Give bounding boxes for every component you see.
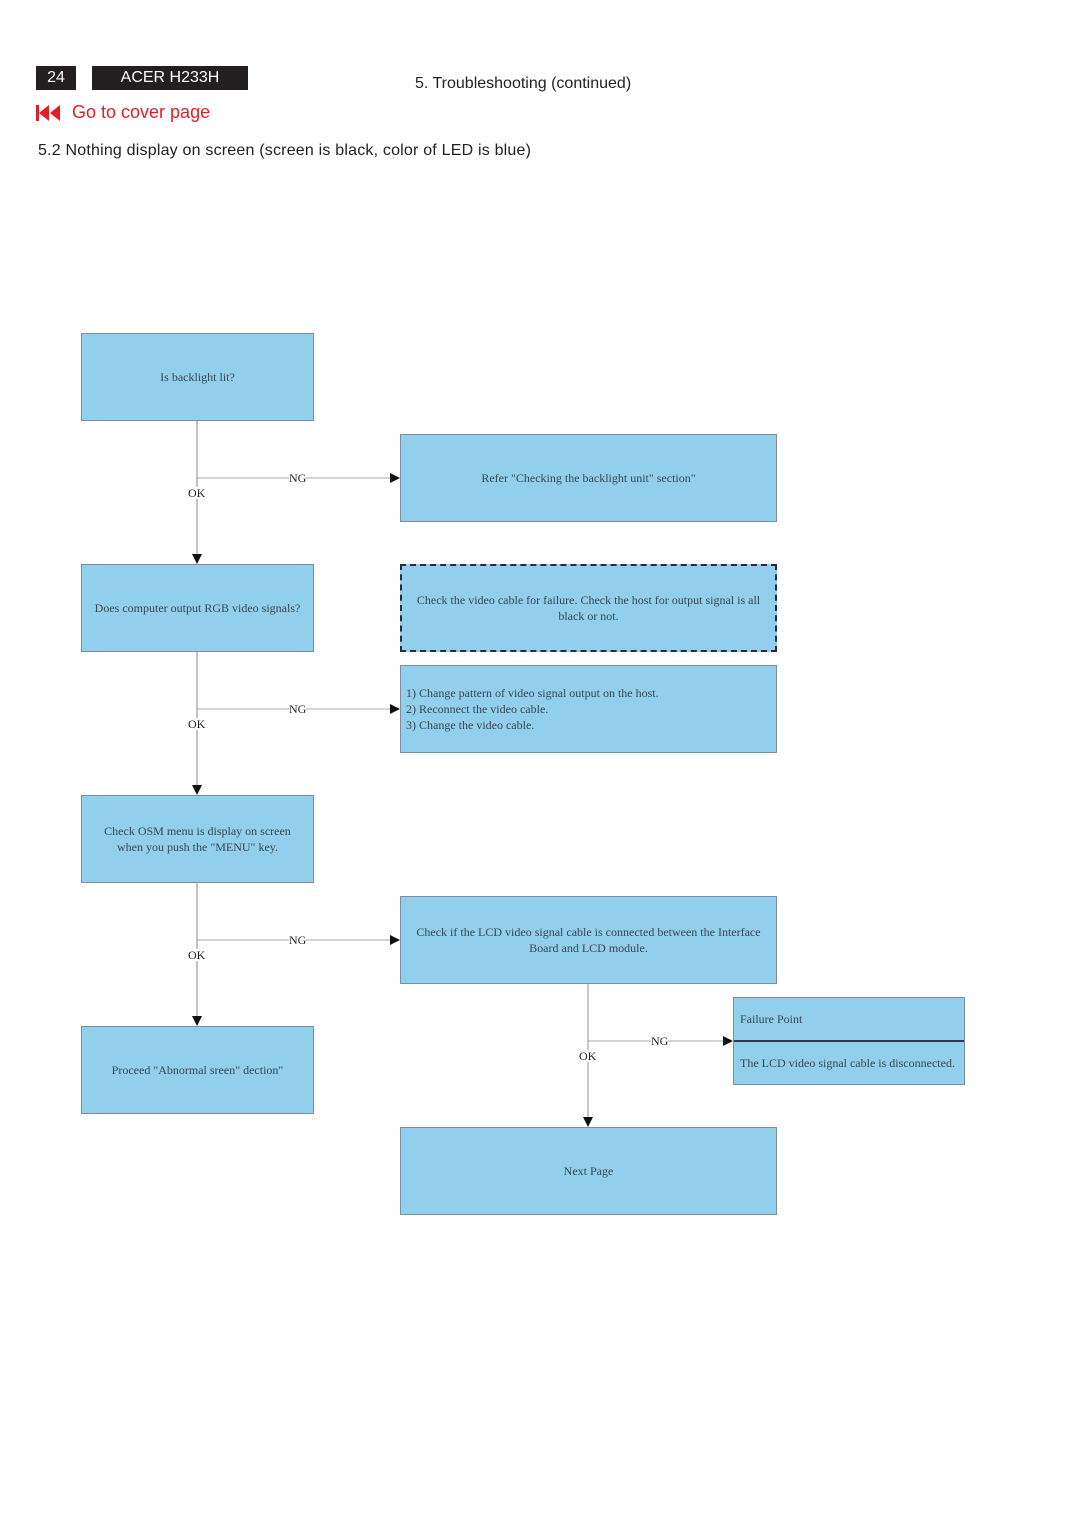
node-proceed-abnormal-screen: Proceed "Abnormal sreen" dection"	[81, 1026, 314, 1114]
node-text: Does computer output RGB video signals?	[94, 601, 301, 615]
failure-point-title: Failure Point	[734, 998, 964, 1042]
ng-label: NG	[651, 1034, 669, 1048]
node-text: Check if the LCD video signal cable is c…	[416, 925, 761, 955]
ok-label: OK	[579, 1049, 597, 1063]
node-rgb-output: Does computer output RGB video signals?	[81, 564, 314, 652]
action-item: 1) Change pattern of video signal output…	[406, 686, 659, 700]
ng-label: NG	[289, 702, 307, 716]
node-text: Next Page	[563, 1164, 614, 1178]
action-item: 2) Reconnect the video cable.	[406, 702, 549, 716]
ng-label: NG	[289, 471, 307, 485]
node-text: Refer "Checking the backlight unit" sect…	[481, 471, 696, 485]
ok-label: OK	[188, 486, 206, 500]
action-list: 1) Change pattern of video signal output…	[406, 685, 659, 733]
flowchart-connectors	[192, 420, 733, 1127]
ok-label: OK	[188, 717, 206, 731]
ng-label: NG	[289, 933, 307, 947]
node-text: Proceed "Abnormal sreen" dection"	[111, 1063, 284, 1077]
node-check-video-cable: Check the video cable for failure. Check…	[400, 564, 777, 652]
node-failure-point: Failure Point The LCD video signal cable…	[733, 997, 965, 1085]
node-check-osm-menu: Check OSM menu is display on screen when…	[81, 795, 314, 883]
node-text: Is backlight lit?	[160, 370, 235, 384]
node-next-page[interactable]: Next Page	[400, 1127, 777, 1215]
action-item: 3) Change the video cable.	[406, 718, 535, 732]
node-check-lcd-cable: Check if the LCD video signal cable is c…	[400, 896, 777, 984]
failure-point-text: The LCD video signal cable is disconnect…	[740, 1056, 955, 1070]
ok-label: OK	[188, 948, 206, 962]
node-text: Check the video cable for failure. Check…	[416, 593, 761, 623]
node-refer-backlight-section: Refer "Checking the backlight unit" sect…	[400, 434, 777, 522]
node-text: Check OSM menu is display on screen when…	[104, 824, 291, 854]
node-is-backlight-lit: Is backlight lit?	[81, 333, 314, 421]
node-corrective-actions: 1) Change pattern of video signal output…	[400, 665, 777, 753]
